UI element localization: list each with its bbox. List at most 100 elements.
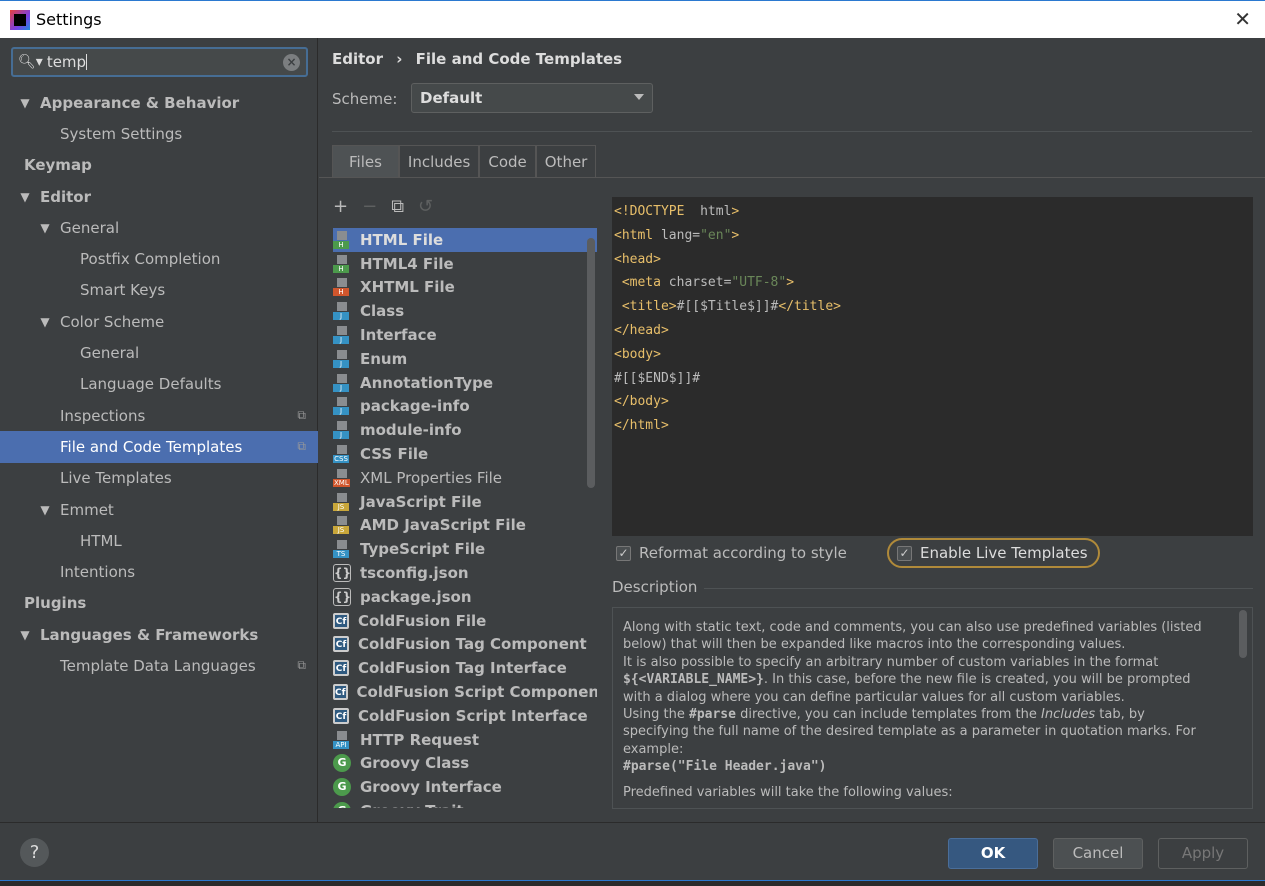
file-icon-letter: H xyxy=(333,240,349,249)
tab-includes[interactable]: Includes xyxy=(398,145,480,177)
help-button[interactable]: ? xyxy=(20,838,49,867)
expand-arrow-icon[interactable]: ▼ xyxy=(38,503,52,517)
apply-button[interactable]: Apply xyxy=(1158,838,1248,869)
file-icon-letter: XML xyxy=(333,478,350,487)
tree-item-label: Keymap xyxy=(24,156,92,175)
expand-arrow-icon[interactable]: ▼ xyxy=(18,628,32,642)
remove-template-button[interactable]: − xyxy=(362,196,377,217)
template-list-item[interactable]: J Enum xyxy=(333,347,597,371)
template-list-item[interactable]: Jpackage-info xyxy=(333,395,597,419)
tree-item-label: HTML xyxy=(80,531,122,550)
tree-item[interactable]: Intentions xyxy=(0,556,318,587)
tree-item[interactable]: Template Data Languages ⧉ xyxy=(0,650,318,681)
template-list-item[interactable]: JS JavaScript File xyxy=(333,490,597,514)
background-log-strip xyxy=(0,880,1265,886)
template-list-scrollbar[interactable] xyxy=(587,238,595,488)
template-list-item[interactable]: G Groovy Class xyxy=(333,752,597,776)
tree-item[interactable]: File and Code Templates ⧉ xyxy=(0,431,318,463)
tree-item[interactable]: ▼ Appearance & Behavior xyxy=(0,87,318,118)
template-list-item[interactable]: JS AMD JavaScript File xyxy=(333,514,597,538)
breadcrumb-parent[interactable]: Editor xyxy=(332,50,383,68)
copy-template-button[interactable]: ⧉ xyxy=(391,196,404,217)
tab-other[interactable]: Other xyxy=(535,145,597,177)
tree-item[interactable]: Language Defaults xyxy=(0,369,318,400)
add-template-button[interactable]: + xyxy=(333,196,348,217)
close-button[interactable]: ✕ xyxy=(1234,7,1251,31)
code-line: <!DOCTYPE html> xyxy=(614,203,1253,227)
template-name: ColdFusion Script Interface xyxy=(358,706,588,725)
template-list-item[interactable]: Cf ColdFusion File xyxy=(333,609,597,633)
template-list-item[interactable]: H XHTML File xyxy=(333,276,597,300)
tree-item-label: Language Defaults xyxy=(80,375,222,394)
code-line: </body> xyxy=(614,393,1253,417)
file-icon-page xyxy=(337,349,347,359)
tree-item[interactable]: Inspections ⧉ xyxy=(0,400,318,431)
template-list-item[interactable]: Cf ColdFusion Script Interface xyxy=(333,704,597,728)
template-list-item[interactable]: J Class xyxy=(333,299,597,323)
template-list-item[interactable]: Jmodule-info xyxy=(333,418,597,442)
tree-item[interactable]: Postfix Completion xyxy=(0,243,318,274)
template-list-item[interactable]: G Groovy Interface xyxy=(333,775,597,799)
template-list-item[interactable]: TS TypeScript File xyxy=(333,537,597,561)
tree-item[interactable]: Keymap xyxy=(0,150,318,181)
expand-arrow-icon[interactable]: ▼ xyxy=(38,315,52,329)
code-line: #[[$END$]]# xyxy=(614,370,1253,394)
file-icon-letter: H xyxy=(333,264,349,273)
template-list-item[interactable]: Cf ColdFusion Tag Component xyxy=(333,633,597,657)
expand-arrow-icon[interactable]: ▼ xyxy=(18,190,32,204)
template-name: XML Properties File xyxy=(360,468,503,487)
file-icon-page xyxy=(337,278,347,288)
clear-search-icon[interactable]: × xyxy=(283,54,300,71)
scheme-dropdown[interactable]: Default xyxy=(411,83,653,113)
tree-item-label: Appearance & Behavior xyxy=(40,93,240,112)
file-type-icon: H xyxy=(333,230,351,249)
tree-item[interactable]: Smart Keys xyxy=(0,275,318,306)
template-list-item[interactable]: Cf ColdFusion Tag Interface xyxy=(333,656,597,680)
checkbox-check-icon: ✓ xyxy=(616,545,631,561)
ok-button[interactable]: OK xyxy=(948,838,1038,869)
template-list-item[interactable]: {} tsconfig.json xyxy=(333,561,597,585)
template-list-item[interactable]: {} package.json xyxy=(333,585,597,609)
template-list-item[interactable]: J AnnotationType xyxy=(333,371,597,395)
description-label: Description xyxy=(612,578,698,596)
tree-item[interactable]: ▼ Languages & Frameworks xyxy=(0,619,318,650)
tree-item[interactable]: Live Templates xyxy=(0,463,318,494)
tree-item[interactable]: ▼ General xyxy=(0,212,318,243)
tree-item[interactable]: Plugins xyxy=(0,588,318,619)
template-list-item[interactable]: XML XML Properties File xyxy=(333,466,597,490)
tab-files[interactable]: Files xyxy=(332,145,399,177)
template-editor[interactable]: <!DOCTYPE html> <html lang="en"> <head> <m… xyxy=(612,197,1253,536)
template-list-item[interactable]: G Groovy Trait xyxy=(333,799,597,808)
tree-item-label: System Settings xyxy=(60,124,183,143)
template-list-item[interactable]: J Interface xyxy=(333,323,597,347)
tree-item[interactable]: System Settings xyxy=(0,118,318,149)
tree-item[interactable]: ▼ Color Scheme xyxy=(0,306,318,337)
tree-item[interactable]: ▼ Editor xyxy=(0,181,318,212)
expand-arrow-icon[interactable]: ▼ xyxy=(38,221,52,235)
tree-item[interactable]: HTML xyxy=(0,525,318,556)
tree-item[interactable]: ▼ Emmet xyxy=(0,494,318,525)
file-type-icon: JS xyxy=(333,516,351,535)
tree-item[interactable]: General xyxy=(0,337,318,368)
search-input[interactable]: 🔍︎▾ temp × xyxy=(11,47,308,77)
template-toolbar: + − ⧉ ↺ xyxy=(333,196,433,217)
file-type-icon: H xyxy=(333,254,351,273)
template-list-item[interactable]: API HTTP Request xyxy=(333,728,597,752)
search-icon[interactable]: 🔍︎▾ xyxy=(18,54,43,70)
template-list-item[interactable]: Cf ColdFusion Script Component xyxy=(333,680,597,704)
template-name: package-info xyxy=(360,397,470,416)
template-list-item[interactable]: CSS CSS File xyxy=(333,442,597,466)
template-tabs: Files Includes Code Other xyxy=(332,145,597,177)
tab-code[interactable]: Code xyxy=(479,145,536,177)
template-name: AnnotationType xyxy=(360,373,494,392)
template-list-item[interactable]: H HTML File xyxy=(333,228,597,252)
description-scrollbar[interactable] xyxy=(1239,610,1247,658)
cancel-button[interactable]: Cancel xyxy=(1053,838,1143,869)
template-list-item[interactable]: H HTML4 File xyxy=(333,252,597,276)
reformat-checkbox[interactable]: ✓ Reformat according to style xyxy=(616,538,847,568)
tree-item-label: Template Data Languages xyxy=(60,656,256,675)
expand-arrow-icon[interactable]: ▼ xyxy=(18,96,32,110)
reset-template-button[interactable]: ↺ xyxy=(418,196,433,217)
file-type-icon: J xyxy=(333,326,351,345)
enable-live-templates-checkbox[interactable]: ✓ Enable Live Templates xyxy=(887,538,1100,568)
